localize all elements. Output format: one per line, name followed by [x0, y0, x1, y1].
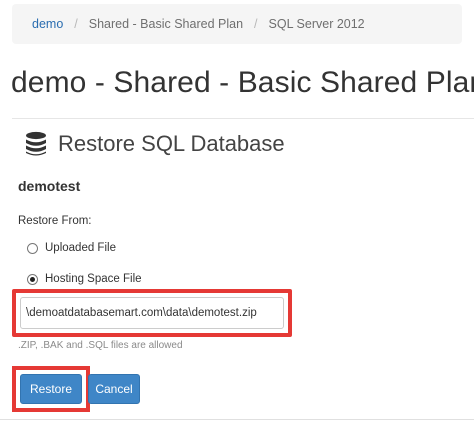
radio-uploaded-file-circle[interactable] — [27, 242, 38, 254]
bottom-divider — [0, 419, 474, 420]
panel-title: Restore SQL Database — [58, 131, 285, 156]
cancel-button[interactable]: Cancel — [88, 374, 140, 404]
title-divider — [12, 118, 474, 119]
radio-hosting-space-file[interactable]: Hosting Space File — [27, 273, 142, 285]
restore-from-label: Restore From: — [18, 215, 92, 227]
breadcrumb-separator: / — [254, 17, 258, 31]
radio-uploaded-file-label: Uploaded File — [45, 242, 116, 254]
breadcrumb-separator: / — [74, 17, 78, 31]
page-title: demo - Shared - Basic Shared Plan — [11, 66, 474, 99]
file-path-highlight — [12, 289, 292, 337]
breadcrumb: demo / Shared - Basic Shared Plan / SQL … — [12, 4, 462, 44]
breadcrumb-item-sql-server: SQL Server 2012 — [268, 17, 365, 31]
database-icon — [24, 131, 48, 157]
database-name: demotest — [18, 178, 81, 194]
radio-hosting-space-file-circle[interactable] — [27, 273, 38, 285]
breadcrumb-link-demo[interactable]: demo — [32, 17, 63, 31]
breadcrumb-item-plan: Shared - Basic Shared Plan — [88, 17, 244, 31]
radio-uploaded-file[interactable]: Uploaded File — [27, 242, 116, 254]
restore-database-page: demo / Shared - Basic Shared Plan / SQL … — [0, 0, 474, 427]
restore-button[interactable]: Restore — [20, 374, 82, 404]
radio-hosting-space-file-label: Hosting Space File — [45, 273, 142, 285]
panel-header: Restore SQL Database — [24, 131, 285, 157]
allowed-files-hint: .ZIP, .BAK and .SQL files are allowed — [18, 340, 183, 351]
file-path-input[interactable] — [20, 297, 284, 329]
